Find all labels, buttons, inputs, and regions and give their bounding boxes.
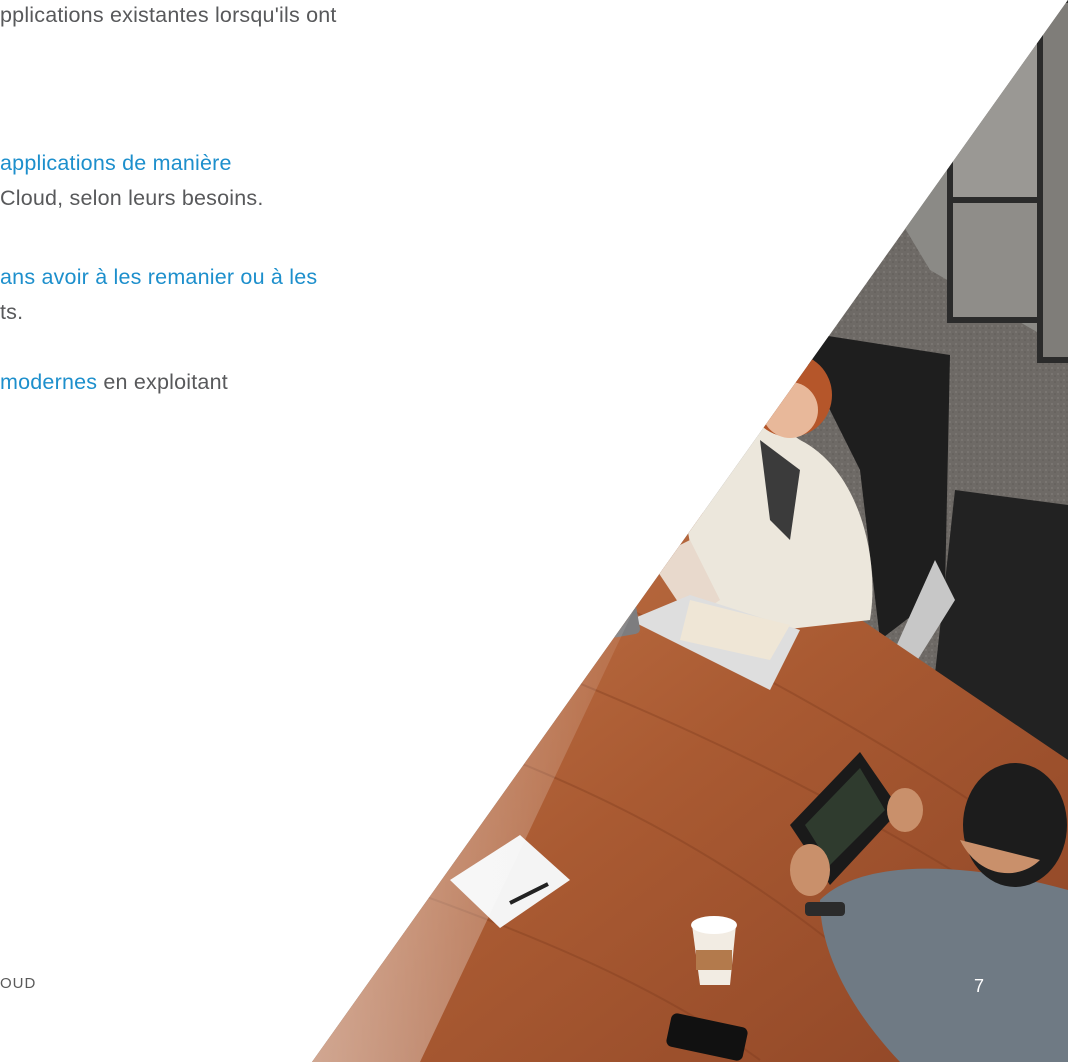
document-page: pplications existantes lorsqu'ils ont ap… xyxy=(0,0,1068,1062)
dark-laptop xyxy=(430,566,600,690)
meeting-photo xyxy=(312,0,1068,1062)
page-number: 7 xyxy=(974,976,985,996)
